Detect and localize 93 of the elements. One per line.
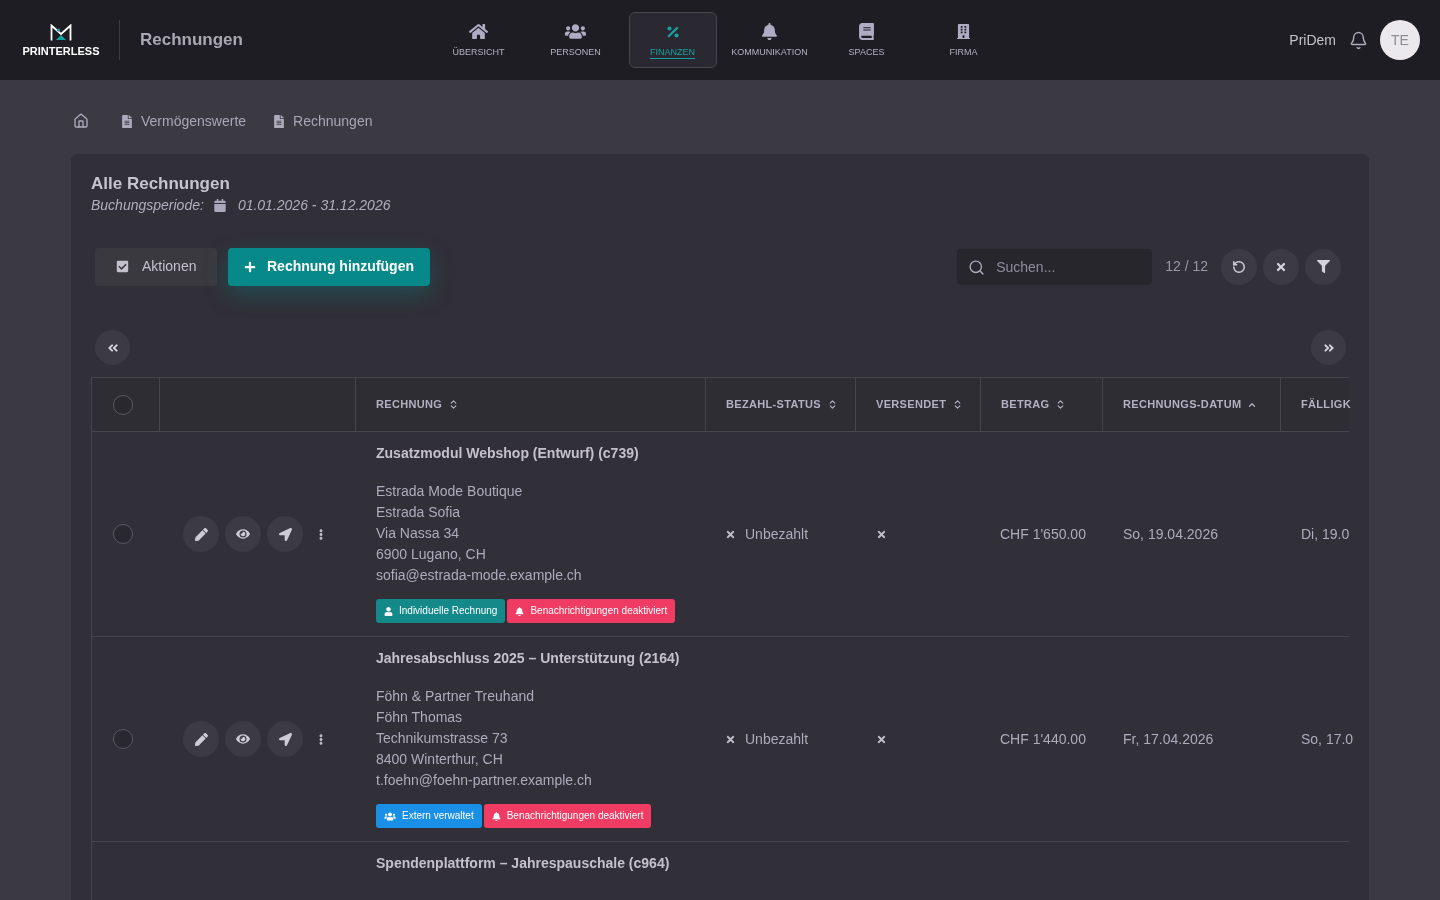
edit-button[interactable] bbox=[183, 721, 219, 757]
send-button[interactable] bbox=[267, 721, 303, 757]
people-icon bbox=[565, 23, 586, 40]
reset-button[interactable] bbox=[1221, 248, 1257, 285]
notification-bell-icon[interactable] bbox=[1349, 30, 1368, 50]
eye-icon bbox=[236, 732, 250, 746]
paper-plane-icon bbox=[278, 527, 292, 541]
close-icon bbox=[1275, 260, 1287, 273]
row-checkbox[interactable] bbox=[113, 729, 133, 749]
pencil-icon bbox=[194, 732, 208, 746]
address-line: 6900 Lugano, CH bbox=[376, 545, 486, 564]
amount: CHF 1'650.00 bbox=[1000, 524, 1086, 544]
invoice-title: Zusatzmodul Webshop (Entwurf) (c739) bbox=[376, 444, 639, 463]
search-icon bbox=[968, 258, 986, 276]
document-icon bbox=[274, 114, 285, 128]
search-field[interactable]: Suchen... bbox=[957, 248, 1153, 285]
actions-button[interactable]: Aktionen bbox=[95, 247, 217, 286]
page-title: Rechnungen bbox=[140, 29, 243, 52]
checkbox-icon bbox=[116, 260, 129, 273]
double-chevron-right-icon bbox=[1322, 341, 1335, 354]
person-icon bbox=[384, 606, 393, 616]
document-icon bbox=[122, 114, 132, 128]
nav-tab[interactable]: ÜBERSICHT bbox=[434, 12, 523, 68]
view-button[interactable] bbox=[225, 516, 261, 552]
paper-plane-icon bbox=[278, 732, 292, 746]
scroll-left-button[interactable] bbox=[95, 330, 130, 365]
column-header[interactable]: VERSENDET bbox=[856, 378, 981, 431]
result-count: 12 / 12 bbox=[1165, 257, 1208, 276]
filter-icon bbox=[1316, 260, 1330, 273]
address-line: 8400 Winterthur, CH bbox=[376, 750, 503, 769]
due-date: So, 17.0 bbox=[1301, 729, 1354, 749]
tag-label: Benachrichtigungen deaktiviert bbox=[506, 811, 644, 821]
bell-icon bbox=[491, 811, 501, 821]
period-range: 01.01.2026 - 31.12.2026 bbox=[237, 196, 391, 214]
double-chevron-left-icon bbox=[106, 341, 119, 354]
column-header[interactable]: BETRAG bbox=[981, 378, 1103, 431]
column-header[interactable]: RECHNUNG bbox=[356, 378, 706, 431]
address-line: Föhn Thomas bbox=[376, 708, 463, 727]
calendar-icon bbox=[213, 198, 226, 212]
nav-tab[interactable]: FIRMA bbox=[919, 12, 1008, 68]
brand-name: PRINTERLESS bbox=[22, 45, 100, 57]
due-date: Di, 19.0 bbox=[1301, 524, 1350, 544]
logo-icon bbox=[50, 23, 72, 41]
pencil-icon bbox=[194, 527, 208, 541]
breadcrumb-link[interactable]: Vermögenswerte bbox=[122, 110, 247, 132]
nav-tab[interactable]: KOMMUNIKATION bbox=[725, 12, 814, 68]
bell-icon bbox=[515, 606, 525, 616]
nav-tab[interactable]: PERSONEN bbox=[531, 12, 620, 68]
edit-button[interactable] bbox=[183, 516, 219, 552]
building-icon bbox=[957, 23, 970, 40]
nav-tab[interactable]: FINANZEN bbox=[628, 12, 717, 68]
address-line: Technikumstrasse 73 bbox=[376, 729, 508, 748]
home-icon[interactable] bbox=[73, 113, 89, 129]
period-label: Buchungsperiode: bbox=[91, 196, 204, 214]
column-header[interactable]: FÄLLIGK bbox=[1281, 378, 1351, 431]
book-icon bbox=[859, 23, 874, 40]
address-line: Föhn & Partner Treuhand bbox=[376, 687, 534, 706]
address-line: Estrada Sofia bbox=[376, 503, 461, 522]
view-button[interactable] bbox=[225, 721, 261, 757]
eye-icon bbox=[236, 527, 250, 541]
filter-button[interactable] bbox=[1305, 248, 1341, 285]
address-line: t.foehn@foehn-partner.example.ch bbox=[376, 771, 592, 790]
people-icon bbox=[384, 811, 396, 821]
tag-label: Individuelle Rechnung bbox=[399, 606, 498, 616]
bell-icon bbox=[762, 23, 777, 40]
invoice-title: Jahresabschluss 2025 – Unterstützung (2164) bbox=[376, 649, 680, 668]
add-invoice-button[interactable]: Rechnung hinzufügen bbox=[228, 247, 430, 286]
invoice-date: So, 19.04.2026 bbox=[1123, 524, 1218, 544]
payment-status: Unbezahlt bbox=[745, 524, 809, 544]
nav-tab[interactable]: SPACES bbox=[822, 12, 911, 68]
reset-icon bbox=[1232, 259, 1246, 274]
amount: CHF 1'440.00 bbox=[1000, 729, 1086, 749]
row-checkbox[interactable] bbox=[113, 524, 133, 544]
percent-icon bbox=[665, 24, 680, 39]
column-header[interactable]: RECHNUNGS-DATUM bbox=[1103, 378, 1281, 431]
address-line: Estrada Mode Boutique bbox=[376, 482, 523, 501]
card-title: Alle Rechnungen bbox=[91, 174, 231, 194]
select-all-checkbox[interactable] bbox=[113, 394, 133, 415]
breadcrumb-link[interactable]: Rechnungen bbox=[274, 110, 373, 132]
invoice-date: Fr, 17.04.2026 bbox=[1123, 729, 1214, 749]
plus-icon bbox=[244, 260, 256, 273]
house-icon bbox=[469, 23, 488, 40]
send-button[interactable] bbox=[267, 516, 303, 552]
tag-label: Extern verwaltet bbox=[402, 811, 474, 821]
clear-button[interactable] bbox=[1263, 248, 1299, 285]
address-line: Via Nassa 34 bbox=[376, 524, 459, 543]
user-name[interactable]: PriDem bbox=[1289, 29, 1336, 51]
tag-label: Benachrichtigungen deaktiviert bbox=[530, 606, 668, 616]
address-line: sofia@estrada-mode.example.ch bbox=[376, 566, 582, 585]
invoice-title: Spendenplattform – Jahrespauschale (c964) bbox=[376, 854, 670, 873]
scroll-right-button[interactable] bbox=[1311, 330, 1346, 365]
column-header[interactable]: BEZAHL-STATUS bbox=[706, 378, 856, 431]
payment-status: Unbezahlt bbox=[745, 729, 809, 749]
